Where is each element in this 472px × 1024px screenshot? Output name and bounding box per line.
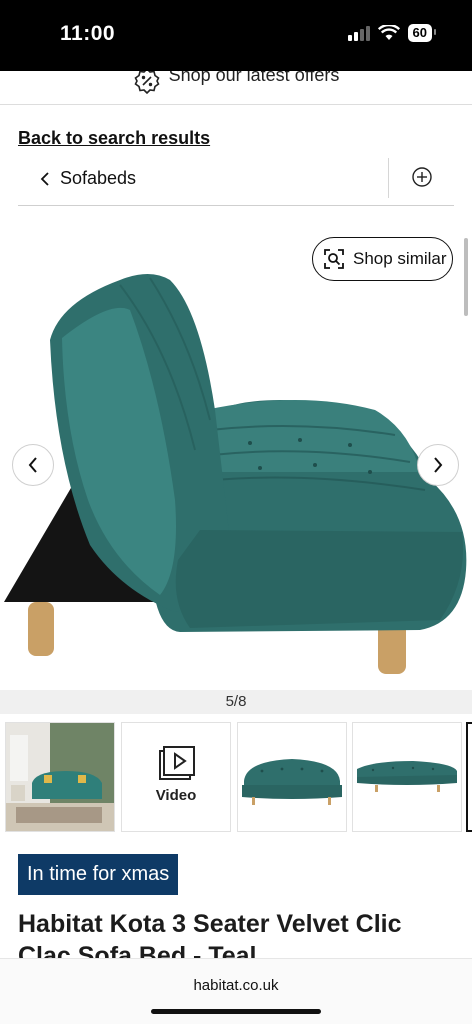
previous-image-button[interactable] <box>12 444 54 486</box>
sofa-front-image <box>242 759 342 805</box>
status-bar: 11:00 60 <box>0 0 472 71</box>
room-scene-image <box>6 723 114 831</box>
chevron-left-icon <box>28 457 37 473</box>
breadcrumb-sofabeds[interactable]: Sofabeds <box>40 168 136 189</box>
breadcrumb: Sofabeds <box>18 158 454 206</box>
status-time: 11:00 <box>60 22 116 45</box>
wifi-icon <box>377 25 400 40</box>
cellular-signal-icon <box>347 25 370 41</box>
thumbnail-video[interactable]: Video <box>121 722 231 832</box>
promo-badge: In time for xmas <box>18 854 179 895</box>
thumbnail-sofa-front[interactable] <box>237 722 347 832</box>
sofa-bed-flat-image <box>357 761 457 792</box>
thumbnail-room-scene[interactable] <box>5 722 115 832</box>
plus-circle-icon[interactable] <box>411 166 433 188</box>
home-indicator <box>151 1009 321 1014</box>
back-to-search-link[interactable]: Back to search results <box>18 128 210 149</box>
product-image <box>4 274 467 674</box>
battery-indicator: 60 <box>407 24 437 42</box>
offers-text: Shop our latest offers <box>168 71 340 85</box>
divider <box>388 158 389 198</box>
image-counter: 5/8 <box>0 690 472 714</box>
percent-badge-icon <box>134 71 160 95</box>
visual-search-icon <box>324 249 344 269</box>
offers-banner[interactable]: Shop our latest offers <box>0 71 472 105</box>
status-icons: 60 <box>347 24 437 42</box>
thumbnail-sofa-bed-flat[interactable] <box>352 722 462 832</box>
shop-similar-button[interactable]: Shop similar <box>312 237 453 281</box>
chevron-left-icon <box>40 171 49 186</box>
browser-address-bar[interactable]: habitat.co.uk <box>0 958 472 1024</box>
url-text[interactable]: habitat.co.uk <box>0 977 472 994</box>
video-icon <box>159 746 195 780</box>
breadcrumb-label: Sofabeds <box>60 168 137 188</box>
thumbnail-next-partial[interactable] <box>466 722 472 832</box>
next-image-button[interactable] <box>417 444 459 486</box>
thumbnail-strip: Video <box>0 722 472 832</box>
scrollbar[interactable] <box>464 238 468 316</box>
shop-similar-label: Shop similar <box>353 249 447 268</box>
product-image-gallery[interactable] <box>0 220 472 690</box>
video-label: Video <box>155 787 197 804</box>
chevron-right-icon <box>434 457 443 473</box>
